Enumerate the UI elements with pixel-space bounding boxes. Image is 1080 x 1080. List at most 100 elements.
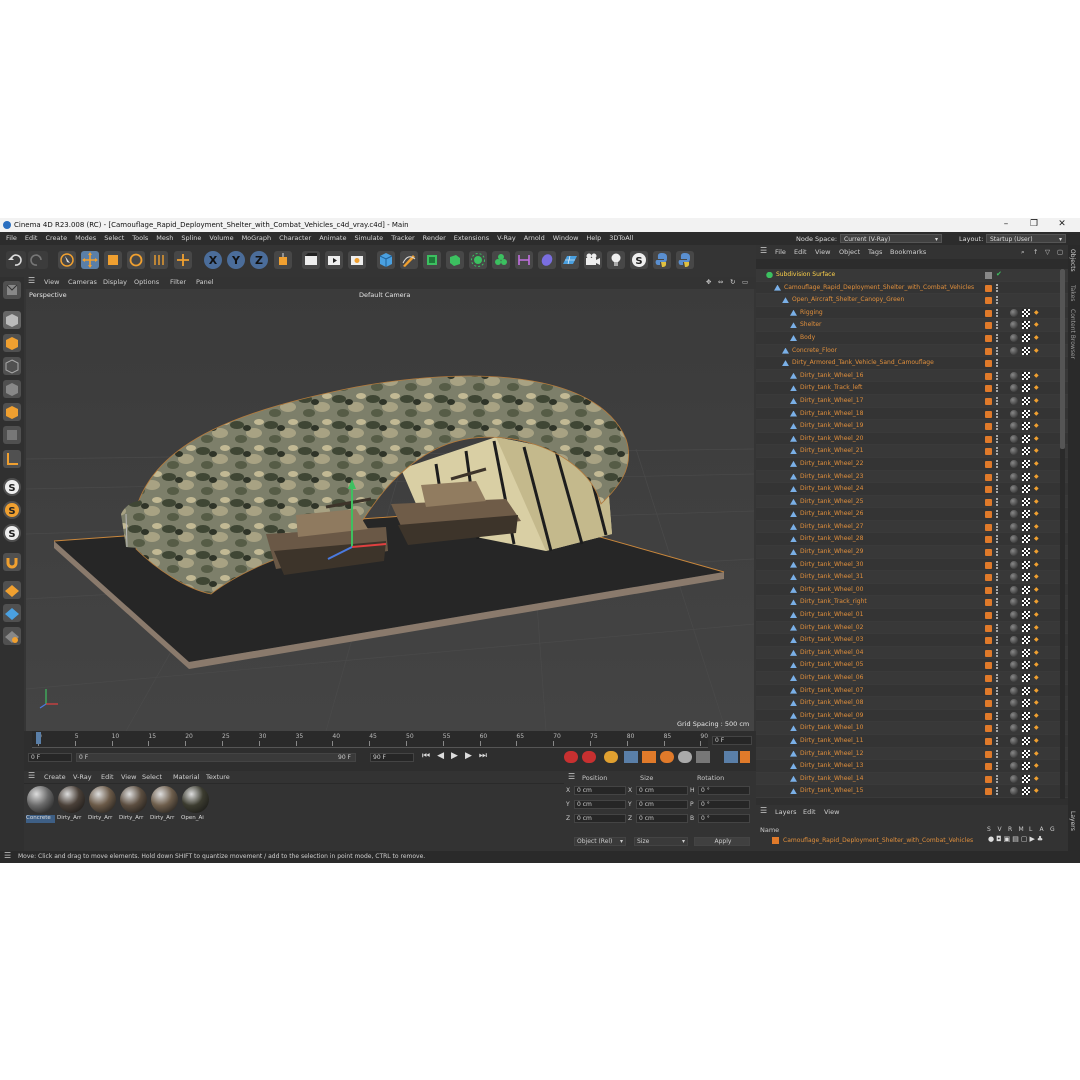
object-name[interactable]: Camouflage_Rapid_Deployment_Shelter_with… — [784, 284, 974, 291]
hamburger-icon[interactable]: ☰ — [760, 246, 767, 255]
uv-tag-icon[interactable] — [1022, 611, 1030, 620]
object-name[interactable]: Shelter — [800, 321, 821, 328]
python-script-button[interactable] — [676, 251, 694, 269]
uv-tag-icon[interactable] — [1022, 422, 1030, 431]
visibility-dots-icon[interactable] — [996, 485, 1000, 494]
layer-color-icon[interactable] — [985, 397, 992, 405]
visibility-dots-icon[interactable] — [996, 548, 1000, 557]
phong-tag-icon[interactable]: ◆ — [1034, 624, 1040, 631]
layer-color-icon[interactable] — [985, 473, 992, 481]
phong-tag-icon[interactable]: ◆ — [1034, 448, 1040, 454]
uv-tag-icon[interactable] — [1022, 648, 1030, 657]
visibility-dots-icon[interactable] — [996, 384, 1000, 393]
object-name[interactable]: Dirty_tank_Wheel_23 — [800, 473, 863, 480]
visibility-dots-icon[interactable] — [996, 459, 1000, 468]
visibility-dots-icon[interactable] — [996, 396, 1000, 405]
material-menu-create[interactable]: Create — [44, 773, 66, 781]
material-tag-icon[interactable] — [1010, 623, 1018, 632]
object-row[interactable]: Dirty_tank_Wheel_15 ◆ — [756, 785, 1068, 798]
object-row[interactable]: Concrete_Floor ◆ — [756, 344, 1068, 358]
live-select-button[interactable] — [58, 251, 76, 269]
tab-content-browser[interactable]: Content Browser — [1069, 309, 1076, 359]
layer-color-icon[interactable] — [985, 788, 992, 796]
object-name[interactable]: Dirty_tank_Wheel_08 — [800, 699, 863, 706]
object-name[interactable]: Dirty_tank_Wheel_25 — [800, 498, 863, 505]
object-row[interactable]: Dirty_tank_Wheel_07 ◆ — [756, 684, 1068, 698]
object-row[interactable]: Dirty_tank_Wheel_31 ◆ — [756, 571, 1068, 584]
uv-tag-icon[interactable] — [1022, 686, 1030, 695]
layer-color-icon[interactable] — [985, 435, 992, 443]
object-row[interactable]: Open_Aircraft_Shelter_Canopy_Green — [756, 294, 1068, 307]
phong-tag-icon[interactable]: ◆ — [1034, 586, 1040, 593]
layer-color-icon[interactable] — [985, 448, 992, 456]
y-axis-button[interactable]: Y — [227, 251, 245, 269]
phong-tag-icon[interactable]: ◆ — [1034, 750, 1040, 757]
material-tag-icon[interactable] — [1010, 522, 1018, 531]
object-row[interactable]: Dirty_tank_Wheel_06 ◆ — [756, 672, 1068, 685]
object-row[interactable]: Dirty_tank_Wheel_01 ◆ — [756, 609, 1068, 622]
object-name[interactable]: Dirty_tank_Wheel_26 — [800, 510, 863, 517]
object-name[interactable]: Dirty_tank_Wheel_00 — [800, 586, 863, 593]
object-name[interactable]: Dirty_tank_Wheel_30 — [800, 561, 863, 568]
phong-tag-icon[interactable]: ◆ — [1034, 612, 1040, 618]
phong-tag-icon[interactable]: ◆ — [1034, 599, 1040, 605]
polygons-mode-button[interactable] — [3, 403, 21, 421]
points-mode-button[interactable] — [3, 357, 21, 375]
layer-color-icon[interactable] — [985, 637, 992, 645]
layer-color-icon[interactable] — [985, 372, 992, 380]
phong-tag-icon[interactable]: ◆ — [1034, 737, 1040, 744]
visibility-dots-icon[interactable] — [996, 674, 1000, 682]
3d-viewport[interactable]: Perspective Default Camera Grid Spacing … — [26, 289, 754, 731]
layer-color-icon[interactable] — [985, 309, 992, 317]
material-tag-icon[interactable] — [1010, 333, 1018, 342]
render-view-button[interactable] — [302, 251, 320, 269]
phong-tag-icon[interactable]: ◆ — [1034, 423, 1040, 429]
visibility-dots-icon[interactable] — [996, 686, 1000, 695]
subdivision-surface-button[interactable] — [423, 251, 441, 269]
apply-button[interactable]: Apply — [694, 837, 750, 846]
uv-tag-icon[interactable] — [1022, 636, 1030, 645]
layer-color-icon[interactable] — [985, 423, 992, 431]
layer-color-icon[interactable] — [985, 763, 992, 771]
vray-snap-button-3[interactable]: S — [3, 524, 21, 542]
uv-tag-icon[interactable] — [1022, 321, 1030, 330]
make-editable-button[interactable] — [3, 281, 21, 299]
phong-tag-icon[interactable]: ◆ — [1034, 675, 1040, 681]
material-item[interactable]: Dirty_Arr — [57, 786, 86, 824]
object-row[interactable]: Body ◆ — [756, 331, 1068, 345]
object-name[interactable]: Dirty_tank_Wheel_28 — [800, 535, 863, 542]
material-tag-icon[interactable] — [1010, 485, 1018, 494]
visibility-dots-icon[interactable] — [996, 422, 1000, 431]
object-name[interactable]: Dirty_tank_Wheel_07 — [800, 687, 863, 694]
layer-color-icon[interactable] — [985, 498, 992, 506]
pen-tool-button[interactable] — [400, 251, 418, 269]
object-name[interactable]: Rigging — [800, 309, 823, 316]
layer-color-icon[interactable] — [985, 750, 992, 758]
x-axis-button[interactable]: X — [204, 251, 222, 269]
material-tag-icon[interactable] — [1010, 371, 1018, 380]
phong-tag-icon[interactable]: ◆ — [1034, 788, 1040, 794]
object-row[interactable]: Dirty_tank_Wheel_27 ◆ — [756, 520, 1068, 534]
object-name[interactable]: Dirty_tank_Wheel_09 — [800, 712, 863, 719]
phong-tag-icon[interactable]: ◆ — [1034, 649, 1040, 656]
object-row[interactable]: Dirty_tank_Wheel_30 ◆ — [756, 558, 1068, 572]
axis-mode-button[interactable] — [3, 450, 21, 468]
object-name[interactable]: Dirty_tank_Wheel_10 — [800, 724, 863, 731]
object-manager-scrollbar[interactable] — [1060, 269, 1065, 799]
enabled-check-icon[interactable] — [985, 272, 992, 279]
phong-tag-icon[interactable]: ◆ — [1034, 385, 1040, 391]
uv-mode-button[interactable] — [3, 426, 21, 444]
coord-rot-field[interactable]: 0 ° — [698, 786, 750, 795]
material-menu-select[interactable]: Select — [142, 773, 162, 781]
uv-tag-icon[interactable] — [1022, 409, 1030, 418]
visibility-dots-icon[interactable] — [996, 611, 1000, 620]
object-row[interactable]: Dirty_tank_Wheel_13 ◆ — [756, 760, 1068, 773]
visibility-dots-icon[interactable] — [996, 648, 1000, 657]
visibility-dots-icon[interactable] — [996, 447, 1000, 456]
object-row[interactable]: Dirty_tank_Wheel_23 ◆ — [756, 470, 1068, 484]
phong-tag-icon[interactable]: ◆ — [1034, 763, 1040, 769]
object-row[interactable]: Dirty_tank_Wheel_00 ◆ — [756, 583, 1068, 597]
object-row[interactable]: Camouflage_Rapid_Deployment_Shelter_with… — [756, 281, 1068, 295]
material-tag-icon[interactable] — [1010, 560, 1018, 569]
edges-mode-button[interactable] — [3, 380, 21, 398]
